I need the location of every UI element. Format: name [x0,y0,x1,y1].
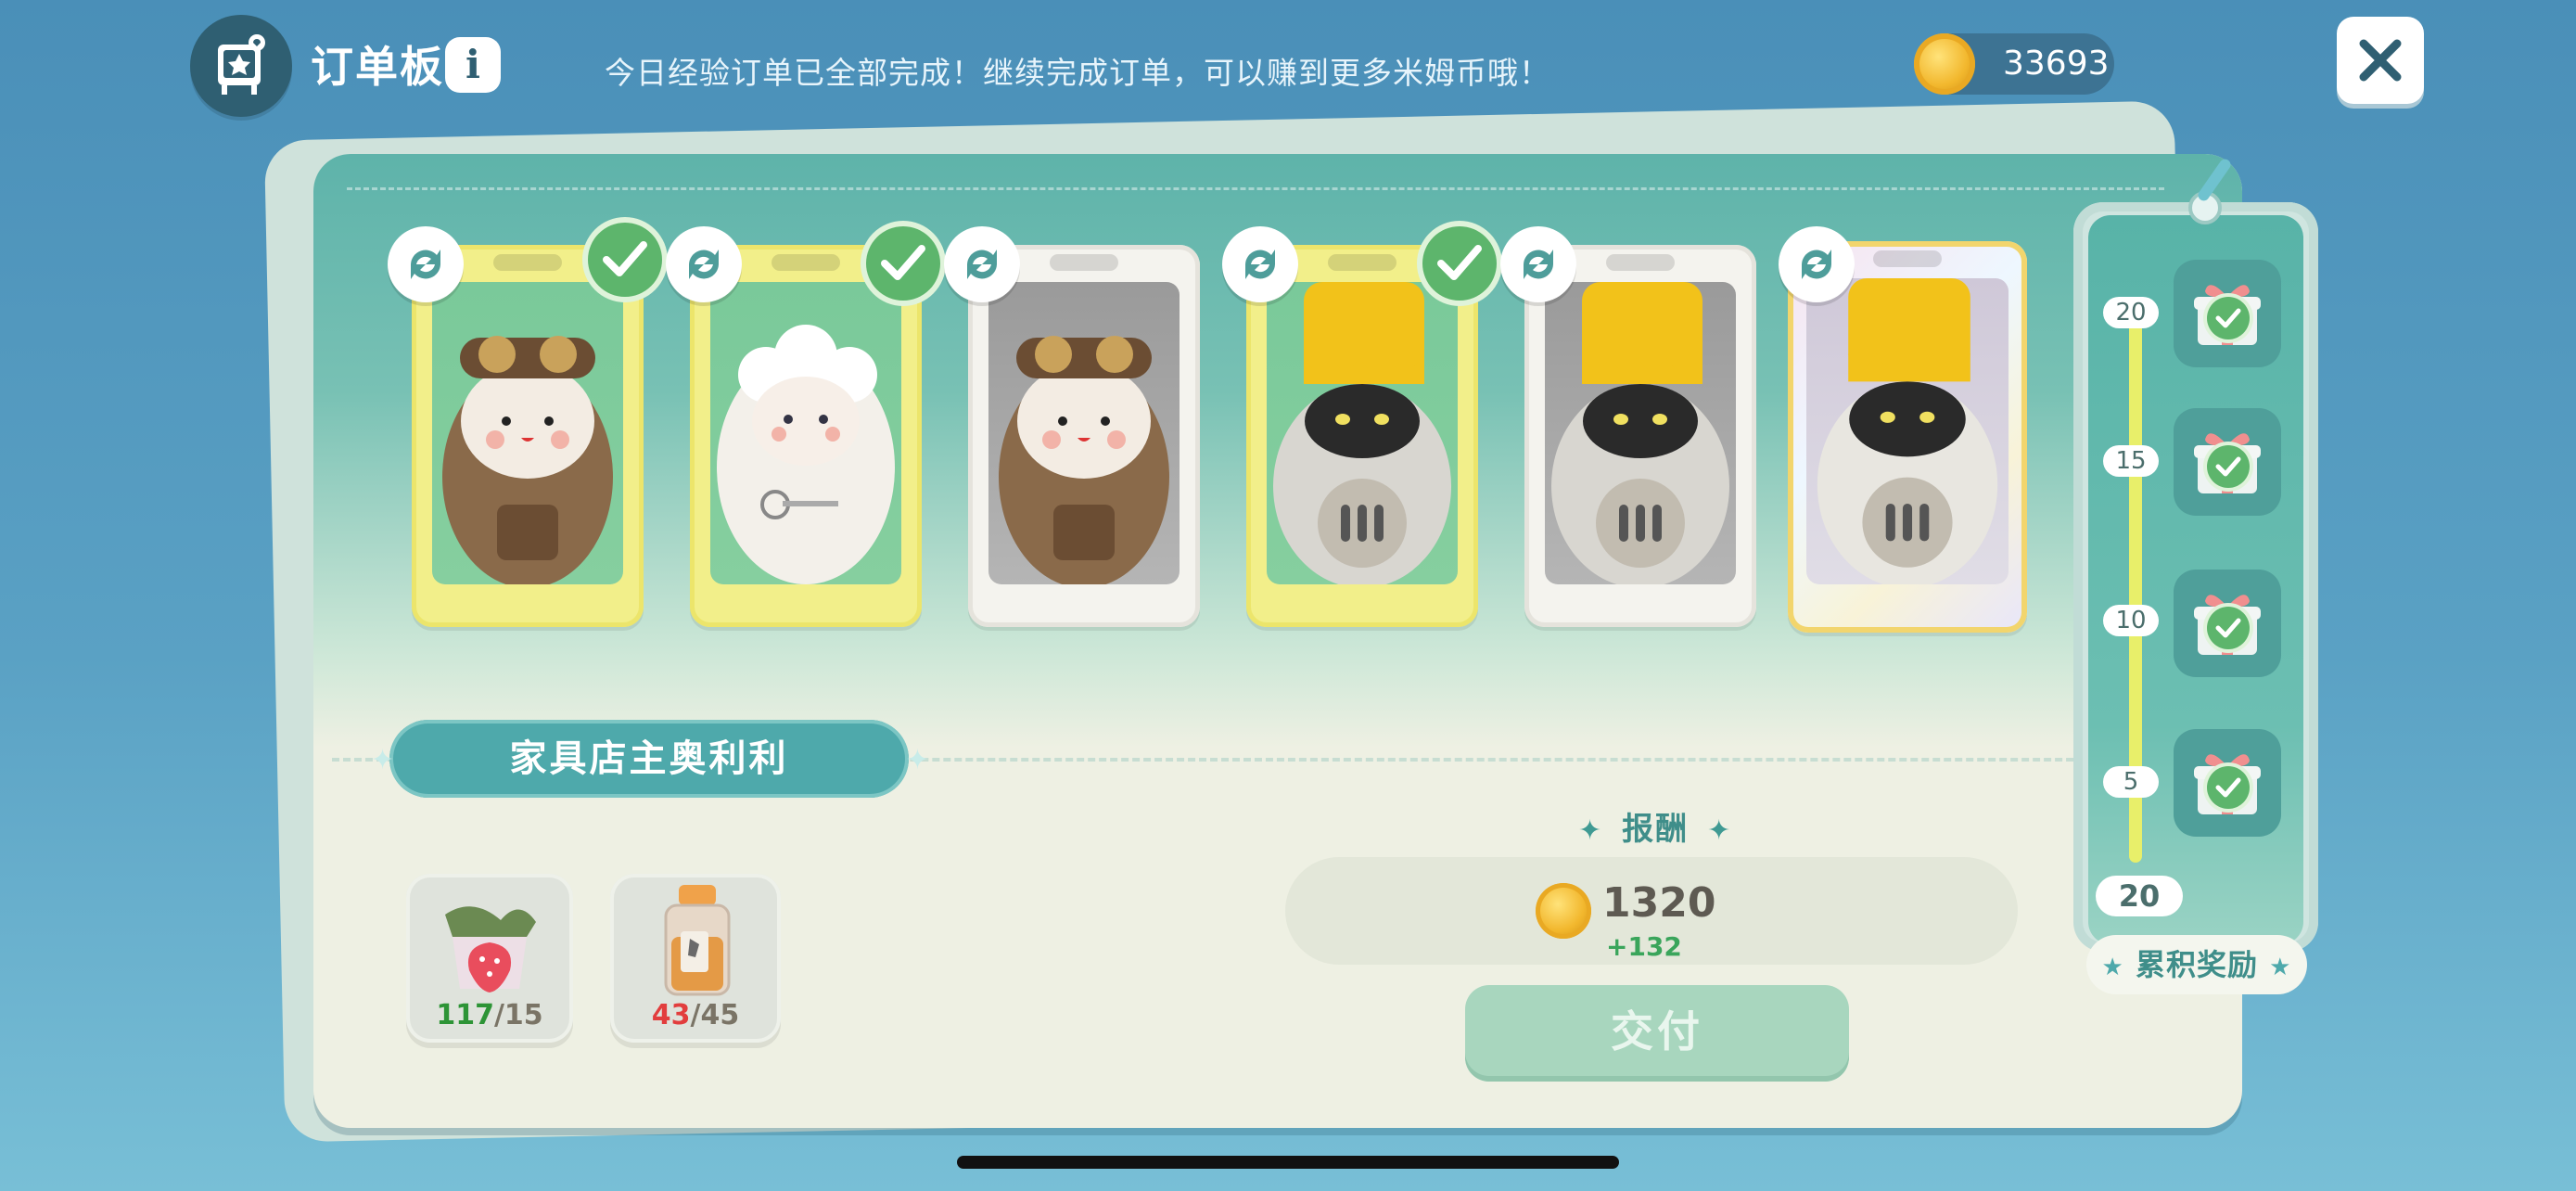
card-tab [1873,250,1942,267]
milestone-label: 5 [2103,766,2159,798]
refresh-icon [1802,250,1831,279]
milestone-progress-value: 20 [2096,876,2183,916]
claimed-check-icon [2207,607,2250,649]
home-indicator[interactable] [957,1156,1619,1169]
refresh-icon [1524,250,1553,279]
info-button[interactable]: i [445,37,501,93]
refresh-icon [1245,250,1275,279]
order-card[interactable] [1246,245,1478,627]
character-portrait [1806,278,2009,584]
deliver-button[interactable]: 交付 [1465,985,1849,1082]
refresh-order-button[interactable] [388,226,464,302]
milestone-label: 10 [2103,605,2159,636]
reward-amount: 1320 [1602,879,1716,927]
material-slot[interactable]: 117/15 [406,874,573,1043]
milestone-gift[interactable] [2174,408,2281,516]
card-tab [1328,254,1396,271]
milestone-gift[interactable] [2174,729,2281,837]
coin-amount: 33693 [2003,45,2110,83]
card-tab [772,254,840,271]
notice-text: 今日经验订单已全部完成！继续完成订单，可以赚到更多米姆币哦！ [605,55,1550,91]
card-tab [1606,254,1675,271]
strawberry-bag-icon [445,906,536,992]
refresh-order-button[interactable] [1500,226,1576,302]
star-icon: ★ [2269,954,2292,981]
sparkle-icon: ✦ [905,744,929,776]
claimed-check-icon [2207,445,2250,488]
panel-border [347,187,2164,198]
completed-check-icon [588,223,662,297]
close-icon [2359,39,2402,82]
customer-name-banner: ✦ 家具店主奥利利 ✦ [371,720,929,798]
character-portrait [710,282,901,584]
refresh-order-button[interactable] [1222,226,1298,302]
close-button[interactable] [2337,17,2424,104]
milestone-label: 20 [2103,297,2159,328]
character-portrait [432,282,623,584]
claimed-check-icon [2207,766,2250,809]
completed-check-icon [1422,226,1497,301]
milestone-label: 15 [2103,445,2159,477]
material-count: 117/15 [436,999,543,1031]
character-portrait [1545,282,1736,584]
order-card[interactable] [412,245,644,627]
character-portrait [1267,282,1458,584]
coin-icon [1914,33,1975,95]
material-count: 43/45 [651,999,740,1031]
completed-check-icon [866,226,940,301]
refresh-order-button[interactable] [1779,226,1855,302]
card-tab [493,254,562,271]
reward-title: ✦ 报酬 ✦ [1578,811,1733,848]
character-portrait [988,282,1180,584]
customer-name: 家具店主奥利利 [509,737,789,780]
order-card[interactable] [1524,245,1756,627]
claimed-check-icon [2207,297,2250,339]
coin-icon [1536,883,1591,939]
pin-icon [2188,159,2231,224]
order-card[interactable] [968,245,1200,627]
order-card[interactable] [690,245,922,627]
reward-bonus: +132 [1606,931,1682,962]
refresh-order-button[interactable] [666,226,742,302]
refresh-icon [411,250,440,279]
refresh-icon [689,250,719,279]
order-board-icon [190,15,292,117]
star-icon: ★ [2101,954,2124,981]
spice-jar-icon [664,885,731,996]
refresh-icon [967,250,997,279]
deliver-label: 交付 [1611,1006,1703,1057]
material-slot[interactable]: 43/45 [610,874,781,1043]
cumulative-reward-button[interactable]: ★ 累积奖励 ★ [2086,935,2307,994]
milestone-gift[interactable] [2174,570,2281,677]
card-tab [1050,254,1118,271]
page-title: 订单板 [311,42,444,92]
sparkle-icon: ✦ [1707,814,1733,847]
sparkle-icon: ✦ [1578,814,1604,847]
milestone-gift[interactable] [2174,260,2281,367]
refresh-order-button[interactable] [944,226,1020,302]
